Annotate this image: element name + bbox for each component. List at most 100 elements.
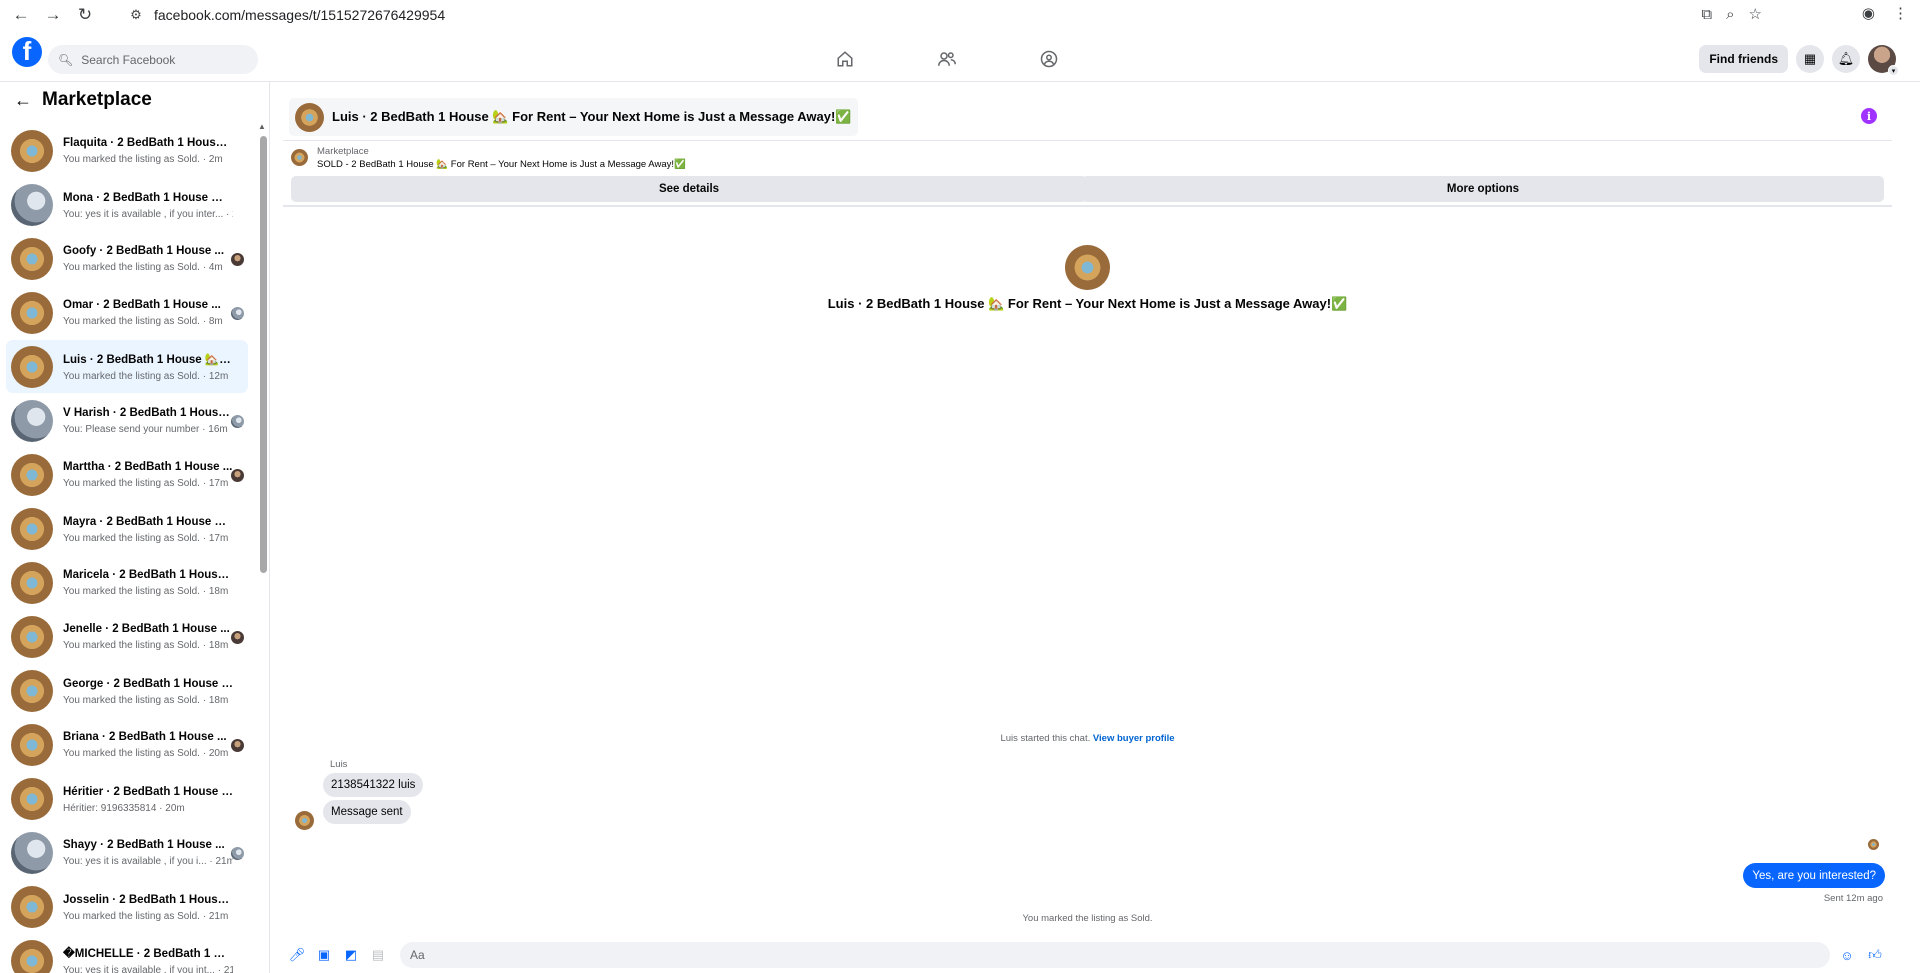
conversation-item[interactable]: Héritier · 2 BedBath 1 House 🏡... Héritie…	[6, 772, 248, 825]
address-bar[interactable]: ⚙ facebook.com/messages/t/15152726764299…	[122, 2, 1762, 27]
search-input[interactable]	[81, 52, 242, 67]
conversation-item[interactable]: Briana · 2 BedBath 1 House ... You marked…	[6, 718, 248, 771]
conversation-avatar	[11, 669, 53, 712]
conversation-avatar	[11, 237, 53, 280]
sticker-icon[interactable]: ◩	[343, 947, 359, 963]
conversation-avatar	[11, 615, 53, 658]
read-receipt-avatar	[231, 253, 244, 266]
chat-header: Luis · 2 BedBath 1 House 🏡 For Rent – Yo…	[283, 93, 1892, 141]
conversation-preview: You marked the listing as Sold. · 20m	[63, 747, 229, 759]
intro-title: Luis · 2 BedBath 1 House 🏡 For Rent – Yo…	[827, 296, 1348, 311]
conversation-avatar	[11, 723, 53, 766]
forward-arrow-icon[interactable]: →	[42, 4, 64, 26]
back-arrow-icon[interactable]: ←	[14, 90, 32, 111]
seen-receipt-avatar	[1868, 839, 1879, 850]
started-text: Luis started this chat.	[1000, 733, 1091, 744]
conversation-item[interactable]: Jenelle · 2 BedBath 1 House ... You marke…	[6, 610, 248, 663]
conversation-preview: You: yes it is available , if you int...…	[63, 964, 233, 973]
conversation-item[interactable]: �MICHELLE · 2 BedBath 1 Hous... You: yes …	[6, 934, 248, 973]
install-app-icon[interactable]: ⧉	[1701, 6, 1712, 23]
marketplace-listing-banner: Marketplace SOLD - 2 BedBath 1 House 🏡 F…	[283, 141, 1892, 207]
outgoing-message[interactable]: Yes, are you interested?	[1743, 863, 1885, 888]
conversation-name: Josselin · 2 BedBath 1 House 🏡...	[63, 893, 233, 906]
more-options-button[interactable]: More options	[1082, 176, 1884, 202]
conversation-item[interactable]: Mona · 2 BedBath 1 House 🏡 F... You: yes …	[6, 178, 248, 231]
incoming-message[interactable]: Message sent	[323, 800, 411, 824]
sender-name: Luis	[330, 759, 348, 770]
conversation-item[interactable]: Shayy · 2 BedBath 1 House ... You: yes it…	[6, 826, 248, 879]
conversation-name: Mayra · 2 BedBath 1 House 🏡 F...	[63, 515, 233, 528]
notifications-bell-icon[interactable]: 🔔︎	[1832, 45, 1860, 73]
chevron-down-icon: ▾	[1888, 65, 1899, 76]
reload-icon[interactable]: ↻	[74, 4, 96, 26]
view-buyer-profile-link[interactable]: View buyer profile	[1093, 733, 1175, 744]
facebook-header: f 🔍︎ Find friends ▦ 🔔︎ ▾	[0, 29, 1920, 82]
info-icon[interactable]: i	[1861, 108, 1877, 124]
sidebar-title: Marketplace	[42, 89, 152, 110]
conversation-name: Héritier · 2 BedBath 1 House 🏡...	[63, 785, 233, 798]
read-receipt-avatar	[231, 469, 244, 482]
search-box[interactable]: 🔍︎	[48, 45, 258, 74]
conversation-item[interactable]: Flaquita · 2 BedBath 1 House ... You mark…	[6, 124, 248, 177]
conversation-name: Flaquita · 2 BedBath 1 House ...	[63, 136, 233, 149]
conversation-preview: You marked the listing as Sold. · 17m	[63, 532, 229, 544]
center-nav	[830, 46, 1064, 72]
conversation-name: Luis · 2 BedBath 1 House 🏡 For...	[63, 353, 233, 366]
chat-started-note: Luis started this chat. View buyer profi…	[283, 733, 1892, 744]
conversation-avatar	[11, 885, 53, 928]
back-arrow-icon[interactable]: ←	[10, 4, 32, 26]
read-receipt-avatar	[231, 847, 244, 860]
conversation-preview: You: Please send your number · 16m	[63, 423, 228, 435]
home-icon[interactable]	[830, 46, 860, 72]
conversation-preview: You marked the listing as Sold. · 12m	[63, 370, 229, 382]
conversation-item[interactable]: Josselin · 2 BedBath 1 House 🏡... You mar…	[6, 880, 248, 933]
conversation-avatar	[11, 561, 53, 604]
sidebar-scrollbar[interactable]: ▲	[258, 122, 267, 972]
conversation-item[interactable]: Marttha · 2 BedBath 1 House ... You marke…	[6, 448, 248, 501]
incoming-message[interactable]: 2138541322 luis	[323, 773, 424, 797]
scrollbar-thumb[interactable]	[260, 136, 267, 573]
gif-icon[interactable]: ▤	[370, 947, 386, 963]
bookmark-star-icon[interactable]: ☆	[1749, 5, 1762, 23]
conversation-item[interactable]: Maricela · 2 BedBath 1 House ... You mark…	[6, 556, 248, 609]
conversation-item[interactable]: Luis · 2 BedBath 1 House 🏡 For... You mar…	[6, 340, 248, 393]
conversation-avatar	[11, 345, 53, 388]
account-avatar[interactable]: ▾	[1868, 45, 1899, 76]
site-settings-icon[interactable]: ⚙	[128, 7, 144, 23]
url-text[interactable]: facebook.com/messages/t/1515272676429954	[154, 7, 445, 23]
emoji-icon[interactable]: ☺	[1839, 947, 1855, 963]
conversation-avatar	[11, 129, 53, 172]
intro-avatar	[1065, 245, 1110, 290]
conversation-preview: You marked the listing as Sold. · 2m	[63, 153, 223, 165]
see-details-button[interactable]: See details	[291, 176, 1087, 202]
conversation-item[interactable]: V Harish · 2 BedBath 1 House... You: Plea…	[6, 394, 248, 447]
microphone-icon[interactable]: 🎤︎	[289, 947, 306, 963]
conversation-preview: Héritier: 9196335814 · 20m	[63, 802, 185, 814]
conversation-item[interactable]: Omar · 2 BedBath 1 House ... You marked t…	[6, 286, 248, 339]
scroll-up-arrow-icon[interactable]: ▲	[258, 122, 266, 131]
profile-icon[interactable]: ◉	[1862, 4, 1875, 22]
conversation-avatar	[11, 777, 53, 820]
zoom-icon[interactable]: ⌕	[1726, 6, 1734, 23]
marketplace-label: Marketplace	[317, 146, 369, 157]
conversation-item[interactable]: Mayra · 2 BedBath 1 House 🏡 F... You mark…	[6, 502, 248, 555]
conversation-preview: You marked the listing as Sold. · 18m	[63, 639, 229, 651]
conversation-avatar	[11, 507, 53, 550]
find-friends-button[interactable]: Find friends	[1699, 45, 1788, 73]
read-receipt-avatar	[231, 739, 244, 752]
search-icon: 🔍︎	[58, 52, 74, 67]
conversation-sidebar: ← Marketplace Flaquita · 2 BedBath 1 Hou…	[0, 82, 270, 973]
friends-icon[interactable]	[932, 46, 962, 72]
photo-icon[interactable]: ▣	[316, 947, 332, 963]
facebook-logo-icon[interactable]: f	[12, 37, 42, 67]
conversation-preview: You marked the listing as Sold. · 8m	[63, 315, 223, 327]
thumbs-up-icon[interactable]: 👍︎	[1867, 947, 1883, 963]
groups-icon[interactable]	[1034, 46, 1064, 72]
conversation-item[interactable]: Goofy · 2 BedBath 1 House ... You marked …	[6, 232, 248, 285]
menu-grid-icon[interactable]: ▦	[1796, 45, 1824, 73]
menu-kebab-icon[interactable]: ⋮	[1893, 4, 1908, 22]
conversation-item[interactable]: George · 2 BedBath 1 House 🏡 ... You mark…	[6, 664, 248, 717]
conversation-preview: You: yes it is available , if you inter.…	[63, 208, 233, 220]
chat-header-title-button[interactable]: Luis · 2 BedBath 1 House 🏡 For Rent – Yo…	[289, 98, 858, 136]
message-input[interactable]	[400, 942, 1830, 968]
